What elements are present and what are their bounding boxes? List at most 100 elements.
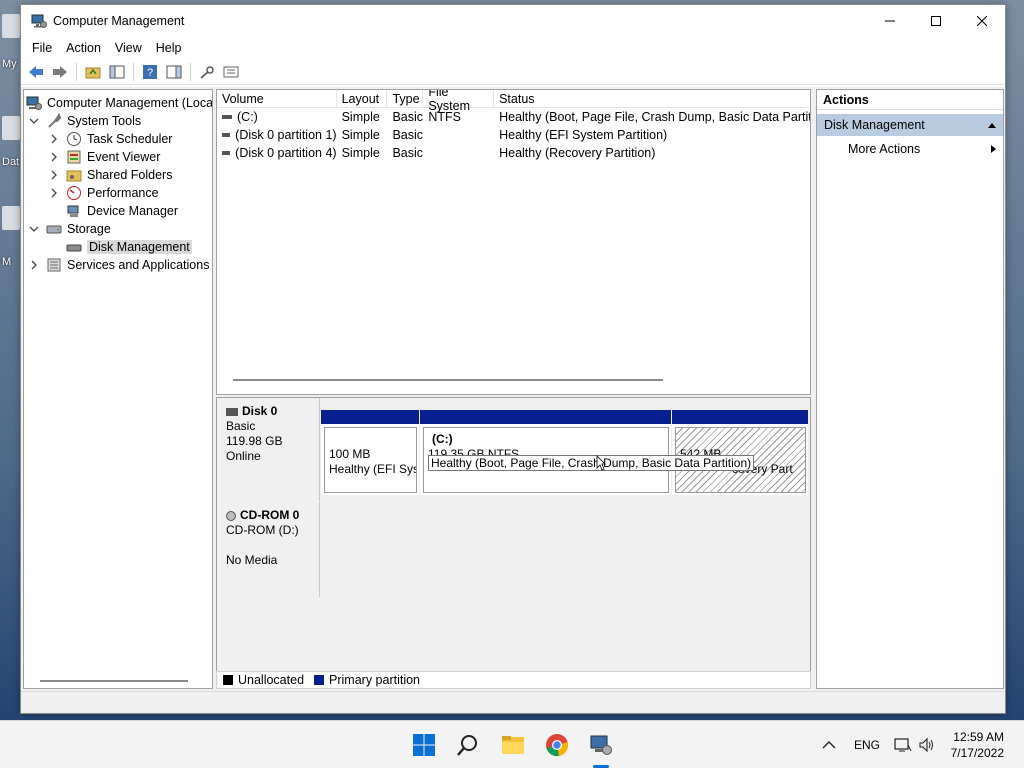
show-hide-action-pane-button[interactable] xyxy=(163,61,185,83)
up-level-button[interactable] xyxy=(82,61,104,83)
chevron-right-icon[interactable] xyxy=(48,133,60,145)
volume-list: Volume Layout Type File System Status (C… xyxy=(216,89,811,395)
close-icon xyxy=(977,16,987,26)
more-actions-item[interactable]: More Actions xyxy=(817,138,1003,160)
volume-icon xyxy=(222,115,232,119)
back-arrow-icon xyxy=(29,65,43,78)
minimize-icon xyxy=(885,20,895,22)
tree-item-services-and-applications[interactable]: Services and Applications xyxy=(28,256,209,274)
desktop-icon-3[interactable] xyxy=(2,206,20,230)
chevron-right-icon[interactable] xyxy=(48,151,60,163)
chevron-right-icon[interactable] xyxy=(48,187,60,199)
partition-legend: Unallocated Primary partition xyxy=(216,671,811,689)
desktop-label-1: My xyxy=(2,58,17,70)
shared-folder-icon xyxy=(66,167,82,183)
menu-view[interactable]: View xyxy=(108,41,149,55)
language-indicator[interactable]: ENG xyxy=(854,721,880,768)
actions-section-disk-management[interactable]: Disk Management xyxy=(817,114,1003,136)
tree-item-performance[interactable]: Performance xyxy=(48,184,159,202)
maximize-button[interactable] xyxy=(913,5,959,37)
tree-item-event-viewer[interactable]: Event Viewer xyxy=(48,148,160,166)
desktop-icon-2[interactable] xyxy=(2,116,20,140)
table-row[interactable]: (Disk 0 partition 1) Simple Basic Health… xyxy=(217,126,810,144)
cell-status: Healthy (EFI System Partition) xyxy=(499,128,668,142)
cell-layout: Simple xyxy=(341,110,380,124)
help-button[interactable]: ? xyxy=(139,61,161,83)
chevron-right-icon[interactable] xyxy=(28,259,40,271)
tree-item-shared-folders[interactable]: Shared Folders xyxy=(48,166,172,184)
toolbar-separator xyxy=(190,62,191,81)
cell-volume: (C:) xyxy=(237,110,258,124)
disk-icon xyxy=(66,239,82,255)
chrome-button[interactable] xyxy=(539,729,575,761)
column-header-status[interactable]: Status xyxy=(494,90,810,107)
tree-item-system-tools[interactable]: System Tools xyxy=(28,112,141,130)
network-icon[interactable] xyxy=(894,721,912,768)
desktop-icon-1[interactable] xyxy=(2,14,20,38)
content-area: Computer Management (Local System Tools … xyxy=(21,87,1005,691)
desktop-label-2: Dat xyxy=(2,156,20,168)
forward-button[interactable] xyxy=(49,61,71,83)
toolbar: ? xyxy=(21,59,1005,85)
minimize-button[interactable] xyxy=(867,5,913,37)
windows-start-icon xyxy=(413,734,435,756)
start-button[interactable] xyxy=(406,729,442,761)
tree-horizontal-scrollbar[interactable] xyxy=(40,680,188,682)
help-icon: ? xyxy=(143,64,157,79)
column-header-type[interactable]: Type xyxy=(387,90,424,107)
disk-icon xyxy=(226,407,238,416)
menu-action[interactable]: Action xyxy=(59,41,108,55)
partition-c[interactable]: (C:) 119.35 GB NTFS xyxy=(420,410,671,495)
table-row[interactable]: (C:) Simple Basic NTFS Healthy (Boot, Pa… xyxy=(217,108,810,126)
storage-icon xyxy=(46,221,62,237)
disk-0-label[interactable]: Disk 0 Basic 119.98 GB Online xyxy=(217,398,320,501)
tree-item-label: Disk Management xyxy=(87,240,192,254)
toolbar-separator xyxy=(133,62,134,81)
tree-item-task-scheduler[interactable]: Task Scheduler xyxy=(48,130,172,148)
table-row[interactable]: (Disk 0 partition 4) Simple Basic Health… xyxy=(217,144,810,162)
column-header-layout[interactable]: Layout xyxy=(337,90,388,107)
collapse-up-icon[interactable] xyxy=(987,121,997,129)
back-button[interactable] xyxy=(25,61,47,83)
taskbar-search-button[interactable] xyxy=(450,729,486,761)
system-clock[interactable]: 12:59 AM 7/17/2022 xyxy=(951,729,1004,761)
cell-type: Basic xyxy=(392,128,424,142)
title-bar[interactable]: Computer Management xyxy=(21,5,1005,37)
tree-item-label: Services and Applications xyxy=(67,258,210,272)
computer-management-window: Computer Management File Action View Hel… xyxy=(20,4,1006,714)
volume-list-horizontal-scrollbar[interactable] xyxy=(233,379,663,381)
close-button[interactable] xyxy=(959,5,1005,37)
chevron-right-icon[interactable] xyxy=(48,169,60,181)
chevron-down-icon[interactable] xyxy=(28,115,40,127)
menu-help[interactable]: Help xyxy=(149,41,189,55)
cdrom-0-label[interactable]: CD-ROM 0 CD-ROM (D:) No Media xyxy=(217,502,320,597)
properties-icon xyxy=(223,66,239,77)
partition-body: 100 MB Healthy (EFI Sys xyxy=(324,427,417,493)
column-header-volume[interactable]: Volume xyxy=(217,90,337,107)
partition-recovery[interactable]: 542 MB covery Part xyxy=(672,410,808,495)
menu-file[interactable]: File xyxy=(25,41,59,55)
tree-item-computer-management[interactable]: Computer Management (Local xyxy=(26,94,213,112)
tree-item-storage[interactable]: Storage xyxy=(28,220,111,238)
primary-partition-bar xyxy=(420,410,671,424)
partition-title: (C:) xyxy=(432,432,453,446)
column-header-file-system[interactable]: File System xyxy=(423,90,495,113)
file-explorer-button[interactable] xyxy=(495,729,531,761)
computer-management-taskbar-button[interactable] xyxy=(583,729,619,761)
disk-name: Disk 0 xyxy=(242,404,278,418)
partition-efi[interactable]: 100 MB Healthy (EFI Sys xyxy=(321,410,419,495)
volume-icon[interactable] xyxy=(918,721,936,768)
tree-item-disk-management[interactable]: Disk Management xyxy=(66,238,192,256)
show-hidden-icons-button[interactable] xyxy=(822,721,836,768)
connect-button[interactable] xyxy=(196,61,218,83)
chevron-down-icon[interactable] xyxy=(28,223,40,235)
tree-item-label: Computer Management (Local xyxy=(47,96,213,110)
properties-button[interactable] xyxy=(220,61,242,83)
show-hide-tree-button[interactable] xyxy=(106,61,128,83)
cell-volume: (Disk 0 partition 1) xyxy=(235,128,337,142)
desktop-icons: My Dat M xyxy=(0,0,22,720)
tree-item-label: Shared Folders xyxy=(87,168,173,182)
submenu-arrow-icon xyxy=(991,145,996,153)
cdrom-area xyxy=(321,502,810,597)
tree-item-device-manager[interactable]: Device Manager xyxy=(66,202,178,220)
